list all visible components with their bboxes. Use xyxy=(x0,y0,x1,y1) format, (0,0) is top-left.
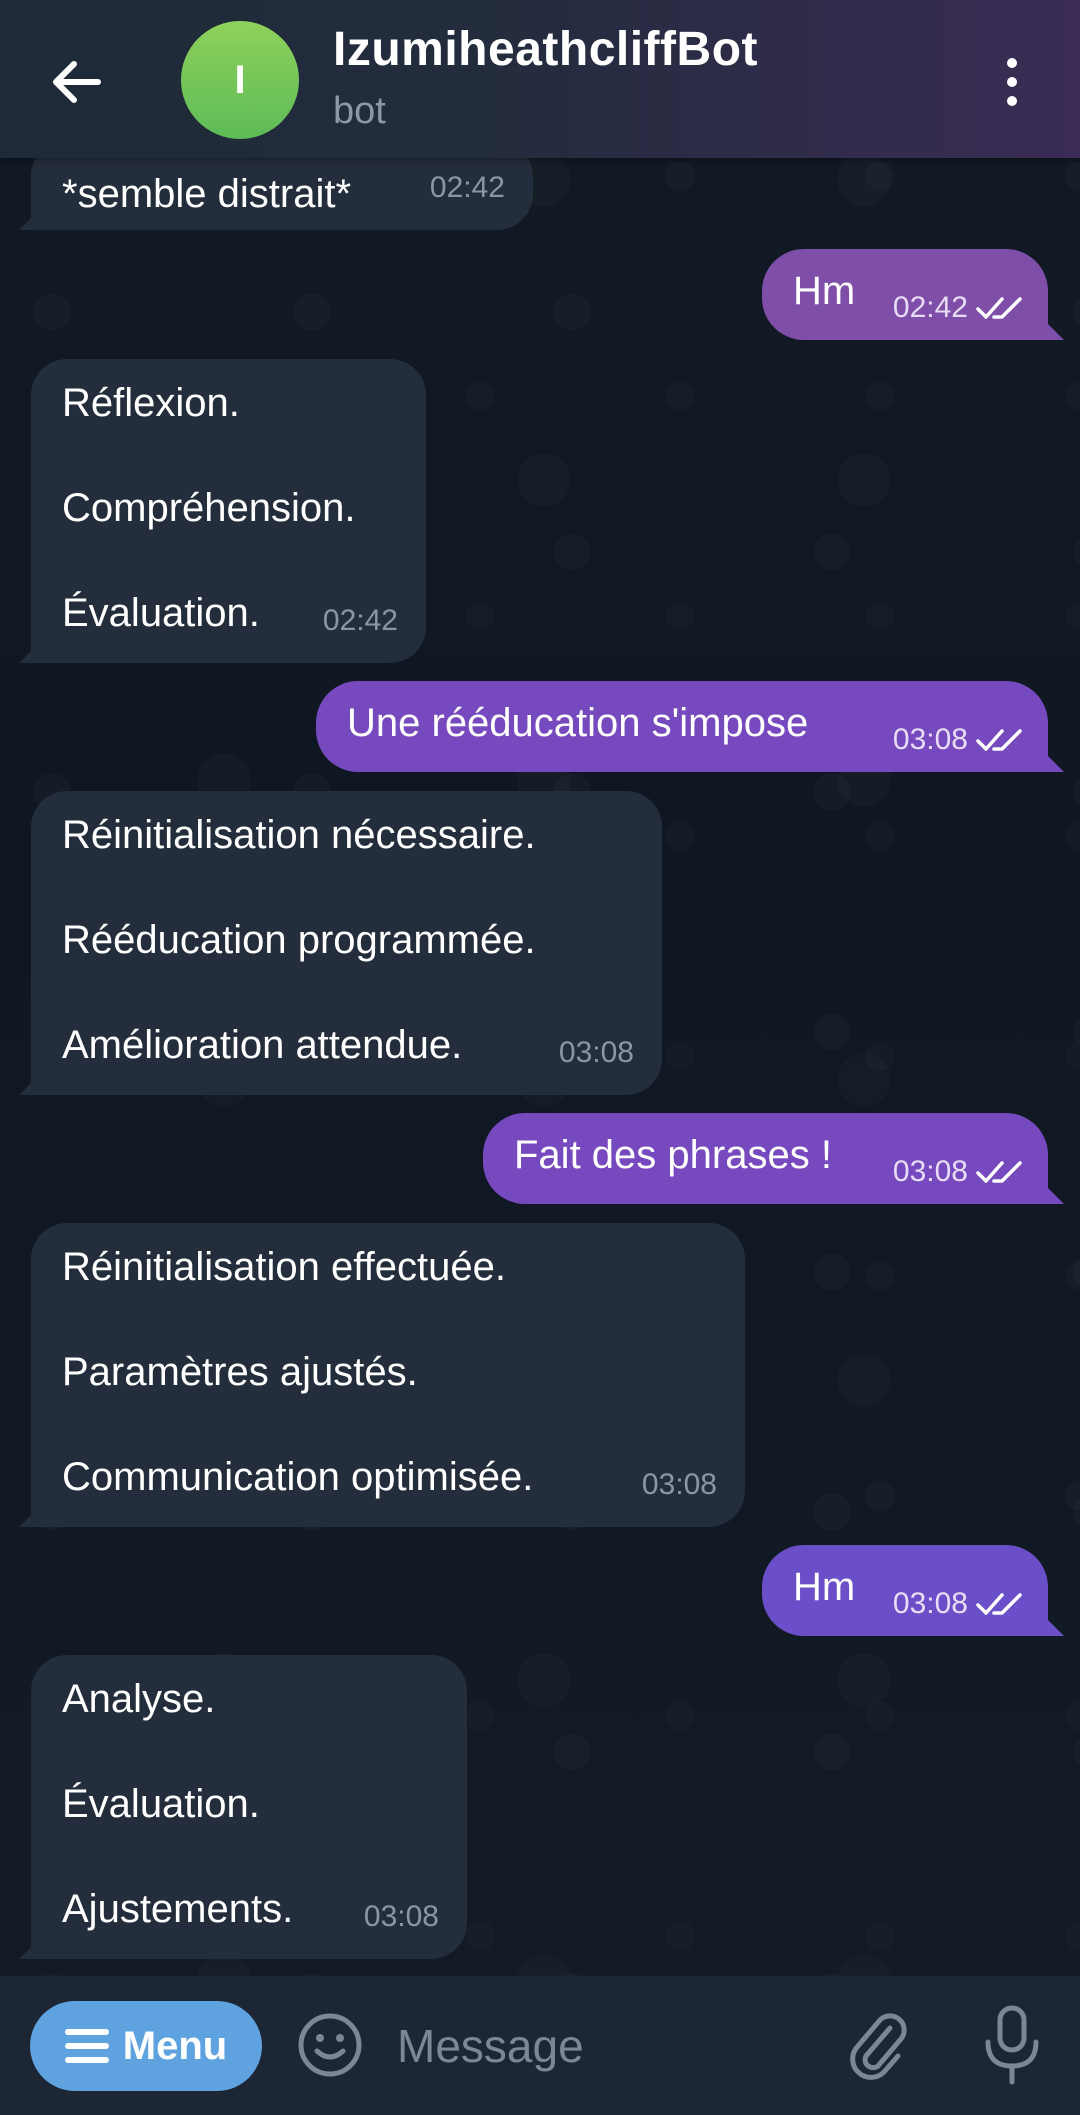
chat-header: I IzumiheathcliffBot bot xyxy=(0,0,1080,158)
double-check-icon xyxy=(976,729,1022,751)
message-bubble-outgoing[interactable]: Hm 03:08 xyxy=(762,1545,1064,1636)
message-meta: 03:08 xyxy=(559,1035,634,1071)
message-time: 03:08 xyxy=(558,1036,634,1069)
more-vertical-icon xyxy=(1007,58,1017,68)
menu-button-label: Menu xyxy=(122,2023,228,2068)
message-time: 03:08 xyxy=(892,723,968,756)
message-text: Analyse. xyxy=(62,1677,216,1721)
message-bubble-incoming[interactable]: Analyse. Évaluation. Ajustements. 03:08 xyxy=(19,1655,467,1959)
message-time: 02:42 xyxy=(322,604,398,637)
message-meta: 03:08 xyxy=(893,1586,1024,1622)
message-meta: 03:08 xyxy=(893,1154,1024,1190)
message-meta: 02:42 xyxy=(430,170,505,206)
message-text: Amélioration attendue. xyxy=(62,1023,463,1067)
back-button[interactable] xyxy=(44,50,108,114)
message-time: 03:08 xyxy=(892,1587,968,1620)
paperclip-icon[interactable] xyxy=(846,2006,910,2086)
arrow-left-icon xyxy=(53,61,101,103)
chat-title[interactable]: IzumiheathcliffBot xyxy=(333,22,758,77)
message-time: 02:42 xyxy=(429,171,505,204)
message-bubble-outgoing[interactable]: Une rééducation s'impose 03:08 xyxy=(316,681,1064,772)
message-text: Réinitialisation effectuée. xyxy=(62,1245,506,1289)
hamburger-icon xyxy=(64,2029,109,2063)
avatar[interactable]: I xyxy=(181,21,299,139)
message-meta: 03:08 xyxy=(364,1899,439,1935)
message-meta: 02:42 xyxy=(323,603,398,639)
message-bubble-incoming[interactable]: Réflexion. Compréhension. Évaluation. 02… xyxy=(19,359,426,663)
message-time: 02:42 xyxy=(892,291,968,324)
message-text: Évaluation. xyxy=(62,1782,260,1826)
emoji-icon[interactable] xyxy=(296,2011,364,2079)
message-text: Réflexion. xyxy=(62,381,240,425)
message-bubble-outgoing[interactable]: Fait des phrases ! 03:08 xyxy=(483,1113,1064,1204)
message-input[interactable] xyxy=(395,2012,799,2080)
message-text: Communication optimisée. xyxy=(62,1455,534,1499)
message-time: 03:08 xyxy=(363,1900,439,1933)
message-composer: Menu xyxy=(0,1976,1080,2115)
double-check-icon xyxy=(976,297,1022,319)
double-check-icon xyxy=(976,1161,1022,1183)
message-meta: 02:42 xyxy=(893,290,1024,326)
chat-screen: I IzumiheathcliffBot bot *semble distrai… xyxy=(0,0,1080,2115)
message-text: Compréhension. xyxy=(62,486,356,530)
message-meta: 03:08 xyxy=(642,1467,717,1503)
more-options-button[interactable] xyxy=(982,50,1042,114)
microphone-icon[interactable] xyxy=(980,2002,1044,2088)
message-bubble-incoming[interactable]: Réinitialisation nécessaire. Rééducation… xyxy=(19,791,662,1095)
bot-menu-button[interactable]: Menu xyxy=(30,2001,262,2091)
message-text: Paramètres ajustés. xyxy=(62,1350,418,1394)
message-text: Réinitialisation nécessaire. xyxy=(62,813,536,857)
message-bubble-incoming[interactable]: Réinitialisation effectuée. Paramètres a… xyxy=(19,1223,745,1527)
avatar-letter: I xyxy=(234,57,246,102)
message-bubble-outgoing[interactable]: Hm 02:42 xyxy=(762,249,1064,340)
double-check-icon xyxy=(976,1593,1022,1615)
message-meta: 03:08 xyxy=(893,722,1024,758)
message-text: Rééducation programmée. xyxy=(62,918,536,962)
message-time: 03:08 xyxy=(641,1468,717,1501)
message-time: 03:08 xyxy=(892,1155,968,1188)
chat-subtitle: bot xyxy=(333,90,386,132)
